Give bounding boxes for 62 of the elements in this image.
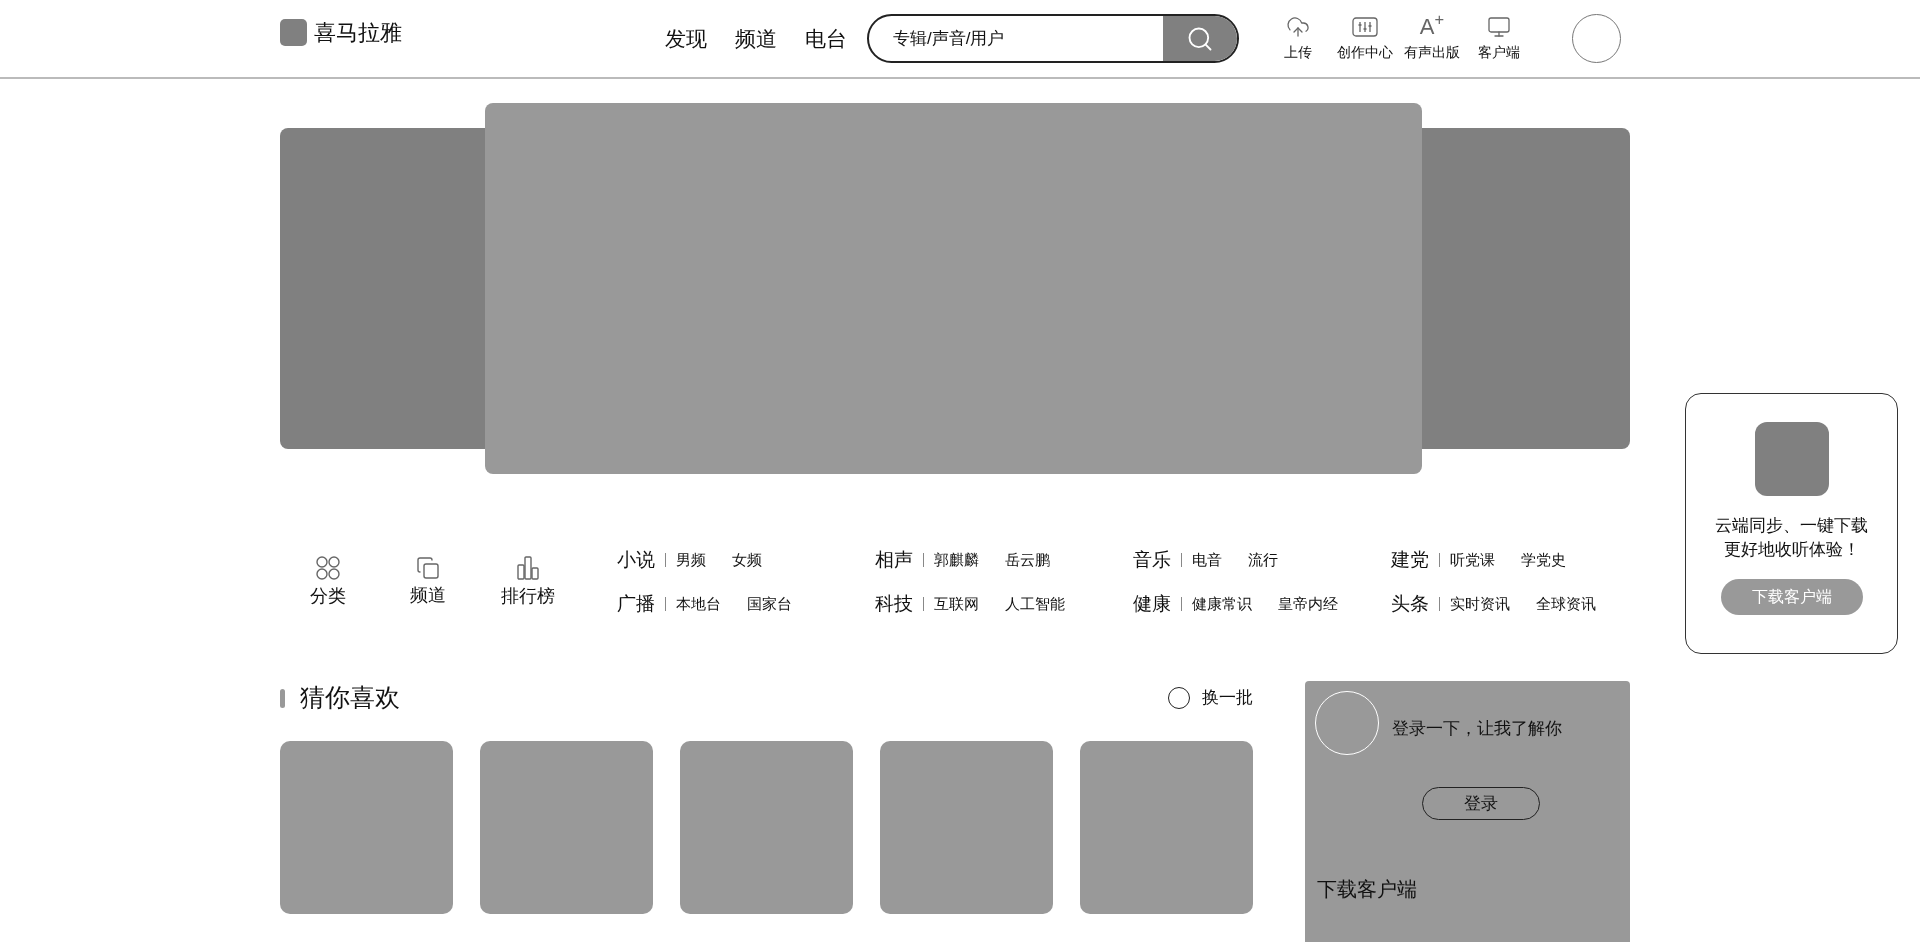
shortcut-button[interactable]: 排行榜 — [480, 554, 576, 610]
category-link[interactable]: 互联网 — [934, 593, 979, 616]
logo-text: 喜马拉雅 — [314, 19, 402, 47]
category-link[interactable]: 听党课 — [1450, 548, 1495, 571]
category-link[interactable]: 女频 — [732, 548, 762, 571]
category-link[interactable]: 电音 — [1192, 548, 1222, 571]
toolbar-button[interactable]: 客户端 — [1470, 14, 1528, 63]
category-title[interactable]: 广播 — [617, 590, 655, 619]
category-link[interactable]: 岳云鹏 — [1005, 548, 1050, 571]
section-title: 猜你喜欢 — [300, 682, 400, 714]
cover-placeholder[interactable] — [280, 741, 453, 914]
category-title[interactable]: 科技 — [875, 590, 913, 619]
banner-placeholder[interactable] — [485, 103, 1422, 474]
category-link[interactable]: 健康常识 — [1192, 593, 1252, 616]
category-link[interactable]: 人工智能 — [1005, 593, 1065, 616]
shortcut-button[interactable]: 频道 — [380, 555, 476, 609]
banner-side-placeholder[interactable] — [1422, 128, 1630, 449]
category-title[interactable]: 小说 — [617, 545, 655, 574]
category-link[interactable]: 流行 — [1248, 548, 1278, 571]
category-link[interactable]: 本地台 — [676, 593, 721, 616]
banner-side-placeholder[interactable] — [280, 128, 485, 449]
category-title[interactable]: 头条 — [1391, 590, 1429, 619]
sliders-icon — [1352, 16, 1378, 39]
cover-placeholder[interactable] — [680, 741, 853, 914]
category-title[interactable]: 健康 — [1133, 590, 1171, 619]
category-link[interactable]: 男频 — [676, 548, 706, 571]
title-marker — [280, 688, 285, 708]
search-field[interactable]: 专辑/声音/用户 — [867, 14, 1239, 63]
category-title[interactable]: 相声 — [875, 545, 913, 574]
bar-chart-icon — [515, 554, 541, 581]
a-plus-icon: A$^{+}$ — [1419, 14, 1445, 39]
cover-placeholder[interactable] — [480, 741, 653, 914]
cloud-upload-icon — [1286, 14, 1310, 39]
toolbar-button[interactable]: 上传 — [1269, 14, 1327, 63]
download-title: 下载客户端 — [1316, 877, 1418, 902]
category-link[interactable]: 国家台 — [747, 593, 792, 616]
category-title[interactable]: 建党 — [1391, 545, 1429, 574]
four-circles-icon — [315, 554, 341, 581]
category-link[interactable]: 学党史 — [1521, 548, 1566, 571]
category-link[interactable]: 郭麒麟 — [934, 548, 979, 571]
logo-icon — [280, 19, 307, 46]
cover-placeholder[interactable] — [1080, 741, 1253, 914]
category-link[interactable]: 实时资讯 — [1450, 593, 1510, 616]
toolbar-button[interactable]: 创作中心 — [1336, 16, 1394, 63]
search-button[interactable] — [1163, 16, 1237, 61]
nav-link[interactable]: 电台 — [805, 22, 847, 55]
promo-text: 更好地收听体验！ — [1723, 539, 1860, 561]
category-link[interactable]: 皇帝内经 — [1278, 593, 1338, 616]
cover-placeholder[interactable] — [880, 741, 1053, 914]
refresh-button[interactable]: 换一批 — [1168, 685, 1253, 711]
nav-link[interactable]: 发现 — [665, 22, 707, 55]
shortcut-button[interactable]: 分类 — [280, 554, 376, 610]
search-input[interactable]: 专辑/声音/用户 — [869, 16, 1163, 61]
promo-text: 云端同步、一键下载 — [1715, 515, 1868, 537]
nav-link[interactable]: 频道 — [735, 22, 777, 55]
login-prompt: 登录一下，让我了解你 — [1392, 718, 1562, 741]
app-icon — [1754, 422, 1829, 496]
category-title[interactable]: 音乐 — [1133, 545, 1171, 574]
overlapping-squares-icon — [416, 555, 440, 580]
toolbar-button[interactable]: A$^{+}$ 有声出版 — [1403, 14, 1461, 63]
monitor-icon — [1487, 14, 1511, 39]
category-link[interactable]: 全球资讯 — [1536, 593, 1596, 616]
